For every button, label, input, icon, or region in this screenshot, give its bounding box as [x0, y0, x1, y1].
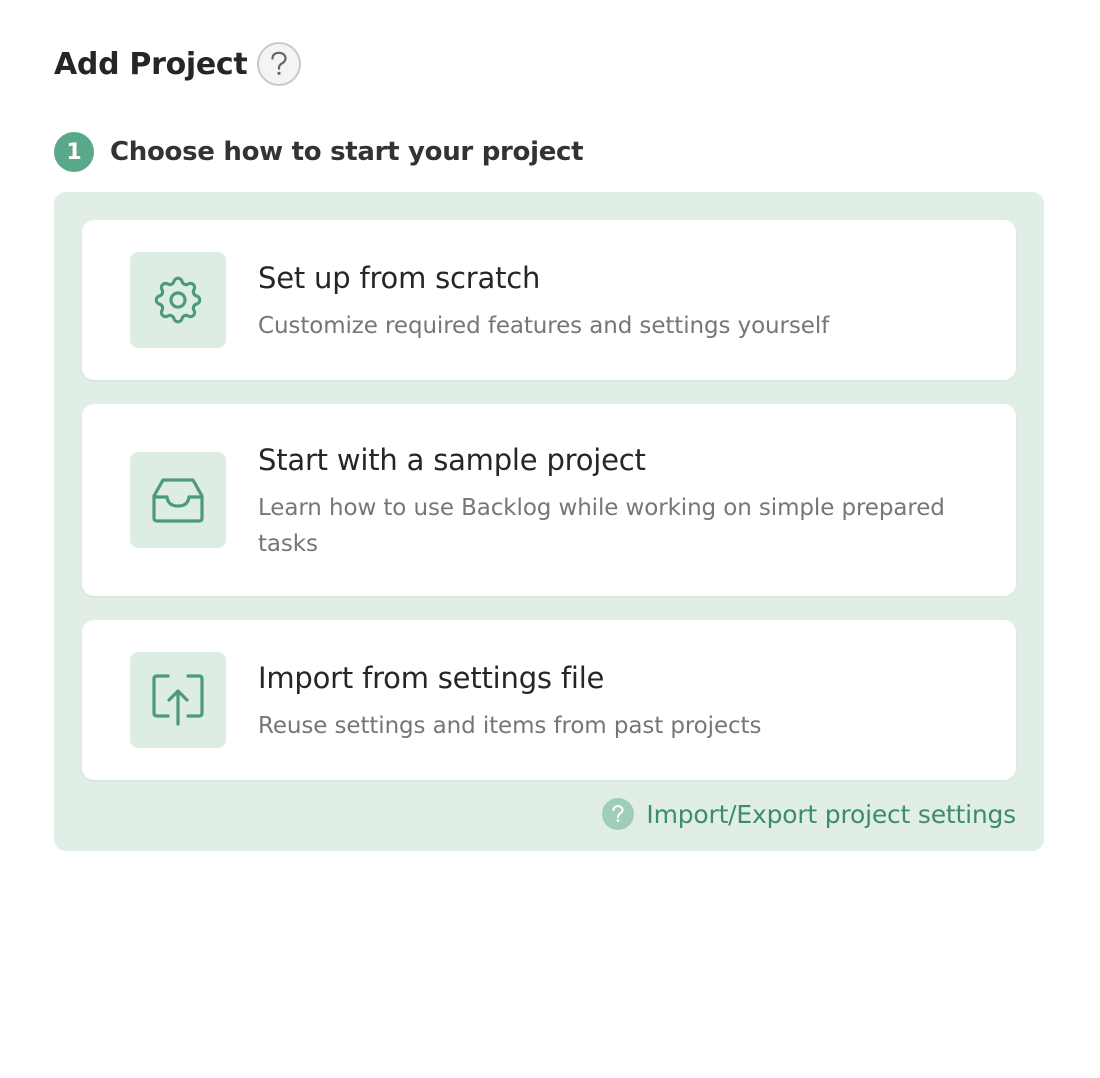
option-sample-project[interactable]: Start with a sample project Learn how to…	[82, 404, 1016, 596]
option-import-settings-file[interactable]: Import from settings file Reuse settings…	[82, 620, 1016, 780]
gear-icon	[154, 276, 202, 324]
option-description: Learn how to use Backlog while working o…	[258, 495, 945, 557]
inbox-tray-icon	[152, 478, 204, 523]
step-title: Choose how to start your project	[110, 137, 584, 167]
step-number-badge: 1	[54, 132, 94, 172]
option-icon-tile	[130, 452, 226, 548]
step-header: 1 Choose how to start your project	[54, 132, 584, 172]
option-description: Customize required features and settings…	[258, 313, 830, 339]
option-description: Reuse settings and items from past proje…	[258, 713, 762, 739]
option-setup-from-scratch[interactable]: Set up from scratch Customize required f…	[82, 220, 1016, 380]
option-text: Import from settings file Reuse settings…	[258, 658, 976, 744]
project-start-options-panel: Set up from scratch Customize required f…	[54, 192, 1044, 851]
help-link-label: Import/Export project settings	[646, 799, 1016, 829]
option-text: Start with a sample project Learn how to…	[258, 440, 976, 562]
upload-box-icon	[152, 674, 204, 726]
option-icon-tile	[130, 652, 226, 748]
option-icon-tile	[130, 252, 226, 348]
question-mark-icon	[271, 51, 288, 75]
option-text: Set up from scratch Customize required f…	[258, 258, 976, 344]
page-help-button[interactable]	[257, 42, 302, 86]
help-link-icon-badge	[602, 798, 635, 830]
option-title: Set up from scratch	[258, 261, 541, 295]
import-export-help-link[interactable]: Import/Export project settings	[602, 798, 1016, 830]
question-mark-icon	[612, 805, 624, 822]
page-title: Add Project	[54, 46, 248, 82]
option-title: Start with a sample project	[258, 443, 646, 477]
page-header: Add Project	[54, 42, 302, 86]
option-title: Import from settings file	[258, 661, 605, 695]
